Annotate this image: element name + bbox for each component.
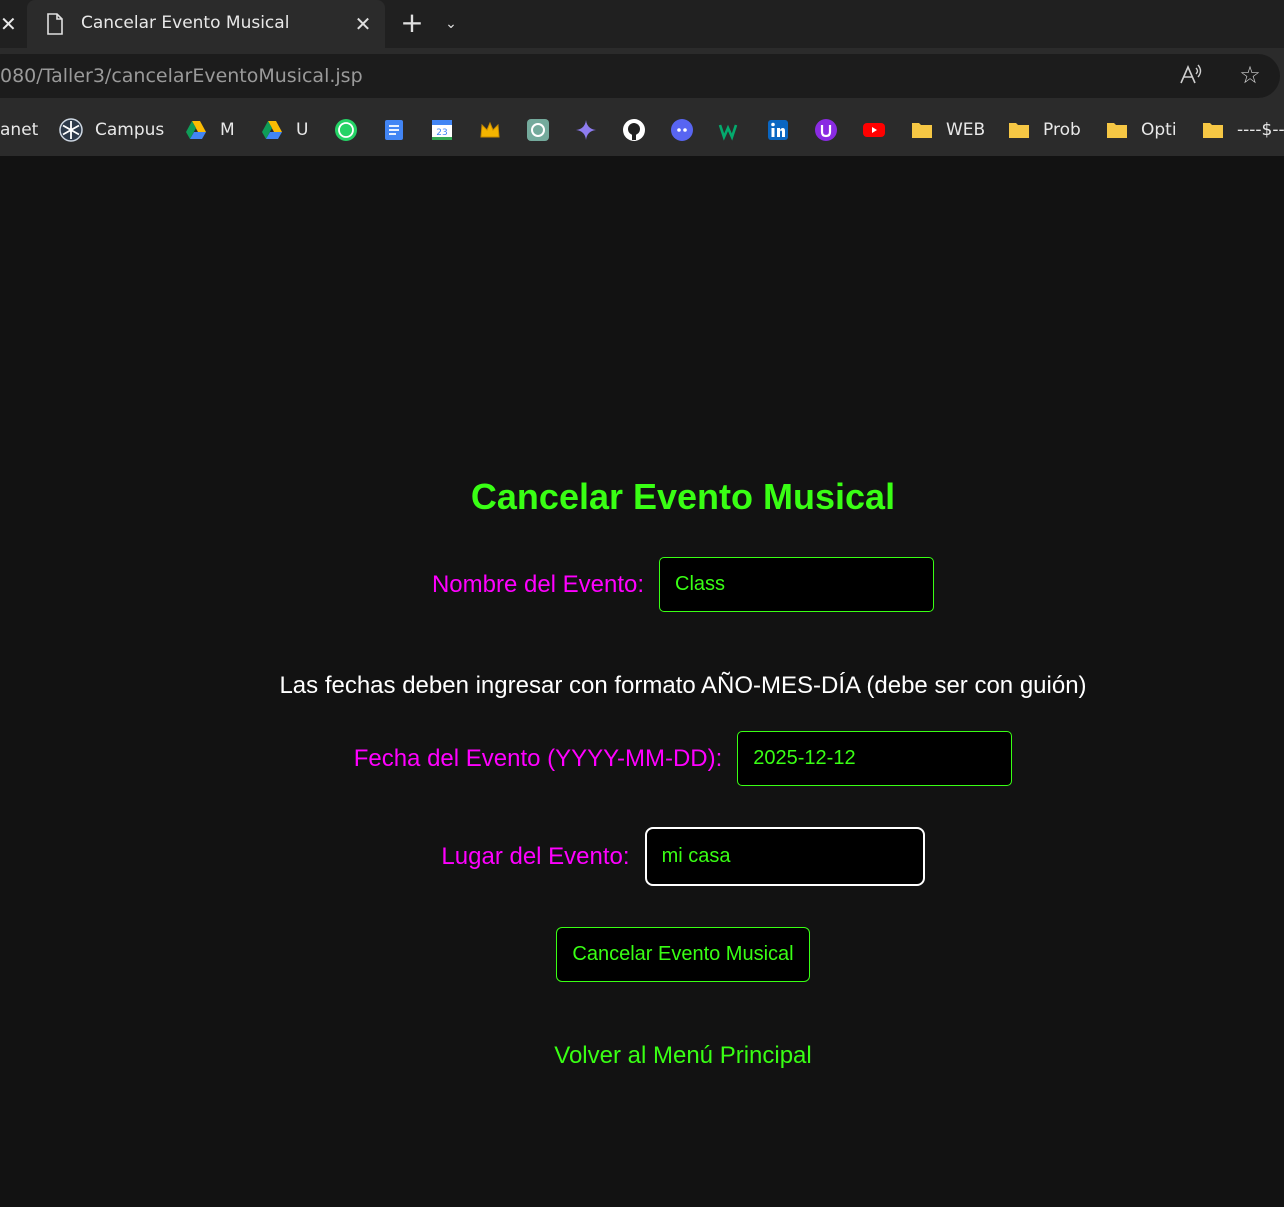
folder-icon [912, 123, 932, 138]
bookmark-folder-web[interactable]: WEB [910, 117, 985, 143]
crown-icon [480, 121, 500, 138]
bookmark-anet[interactable]: anet [0, 117, 38, 143]
tab-active[interactable]: Cancelar Evento Musical ✕ [27, 0, 385, 48]
folder-icon [1009, 123, 1029, 138]
w3-icon [718, 124, 738, 141]
fecha-label: Fecha del Evento (YYYY-MM-DD): [353, 744, 723, 772]
close-tab-icon[interactable]: ✕ [353, 12, 373, 36]
bookmark-drive-m[interactable]: M [184, 117, 235, 143]
previous-tab-close-icon[interactable]: ✕ [0, 12, 17, 36]
submit-row: Cancelar Evento Musical [0, 927, 1284, 982]
u-purple-icon [815, 119, 837, 141]
google-docs-icon [385, 120, 403, 140]
gemini-icon [576, 120, 596, 140]
chatgpt-icon [527, 119, 549, 141]
bookmark-calendar[interactable]: 23 [430, 117, 454, 143]
google-calendar-icon: 23 [432, 120, 452, 140]
bookmark-label: anet [0, 120, 39, 140]
bookmark-label: U [296, 120, 309, 140]
lugar-label: Lugar del Evento: [441, 842, 630, 870]
discord-icon [671, 119, 693, 141]
date-format-note: Las fechas deben ingresar con formato AÑ… [279, 672, 1087, 699]
nombre-row: Nombre del Evento: [0, 557, 1284, 612]
bookmark-label: ----$-- [1237, 120, 1284, 140]
folder-icon [1203, 123, 1223, 138]
lugar-input[interactable] [644, 827, 925, 886]
bookmark-linkedin[interactable] [766, 117, 790, 143]
snowflake-icon [59, 118, 83, 142]
youtube-icon [863, 123, 885, 137]
bookmark-label: Opti [1141, 120, 1177, 140]
calendar-day-number: 23 [436, 128, 447, 138]
browser-toolbar: 080/Taller3/cancelarEventoMusical.jsp ☆ [0, 48, 1284, 104]
google-drive-icon [262, 121, 282, 139]
back-to-menu-link[interactable]: Volver al Menú Principal [0, 1042, 1284, 1070]
bookmark-docs[interactable] [382, 117, 406, 143]
page-content: Cancelar Evento Musical Nombre del Event… [0, 156, 1284, 1207]
bookmarks-bar: anet Campus M U 23 WEB Prob Opti ----$-- [0, 104, 1284, 156]
cancel-event-button[interactable]: Cancelar Evento Musical [556, 927, 810, 982]
google-drive-icon [186, 121, 206, 139]
page-icon [47, 13, 63, 35]
whatsapp-icon [335, 119, 357, 141]
page-title: Cancelar Evento Musical [470, 476, 896, 517]
nombre-input[interactable] [659, 557, 935, 612]
bookmark-label: WEB [946, 120, 986, 140]
bookmark-gemini[interactable] [574, 117, 598, 143]
bookmark-whatsapp[interactable] [334, 117, 358, 143]
tab-strip: ✕ Cancelar Evento Musical ✕ + ⌄ [0, 0, 1284, 48]
bookmark-github[interactable] [622, 117, 646, 143]
address-url[interactable]: 080/Taller3/cancelarEventoMusical.jsp [0, 65, 363, 87]
bookmark-label: M [220, 120, 235, 140]
fecha-input[interactable] [737, 731, 1013, 786]
new-tab-icon[interactable]: + [398, 8, 426, 38]
bookmark-folder-opti[interactable]: Opti [1105, 117, 1177, 143]
favorite-star-icon[interactable]: ☆ [1236, 62, 1264, 88]
bookmark-folder-prob[interactable]: Prob [1007, 117, 1081, 143]
folder-icon [1107, 123, 1127, 138]
bookmark-campus[interactable]: Campus [59, 117, 164, 143]
tab-title: Cancelar Evento Musical [81, 13, 290, 33]
lugar-row: Lugar del Evento: [0, 827, 1284, 886]
bookmark-u-purple[interactable] [814, 117, 838, 143]
read-aloud-icon[interactable] [1177, 62, 1203, 88]
github-icon [623, 119, 645, 141]
bookmark-folder-dollar[interactable]: ----$-- [1201, 117, 1284, 143]
bookmark-label: Campus [95, 120, 165, 140]
bookmark-discord[interactable] [670, 117, 694, 143]
linkedin-icon [768, 120, 788, 140]
address-bar[interactable]: 080/Taller3/cancelarEventoMusical.jsp [0, 54, 1280, 98]
chevron-down-icon[interactable]: ⌄ [440, 12, 462, 36]
bookmark-crown[interactable] [478, 117, 502, 143]
bookmark-w3[interactable] [718, 117, 742, 143]
bookmark-label: Prob [1043, 120, 1081, 140]
bookmark-chatgpt[interactable] [526, 117, 550, 143]
bookmark-drive-u[interactable]: U [260, 117, 308, 143]
nombre-label: Nombre del Evento: [431, 570, 645, 598]
bookmark-youtube[interactable] [862, 117, 886, 143]
fecha-row: Fecha del Evento (YYYY-MM-DD): [0, 731, 1284, 786]
